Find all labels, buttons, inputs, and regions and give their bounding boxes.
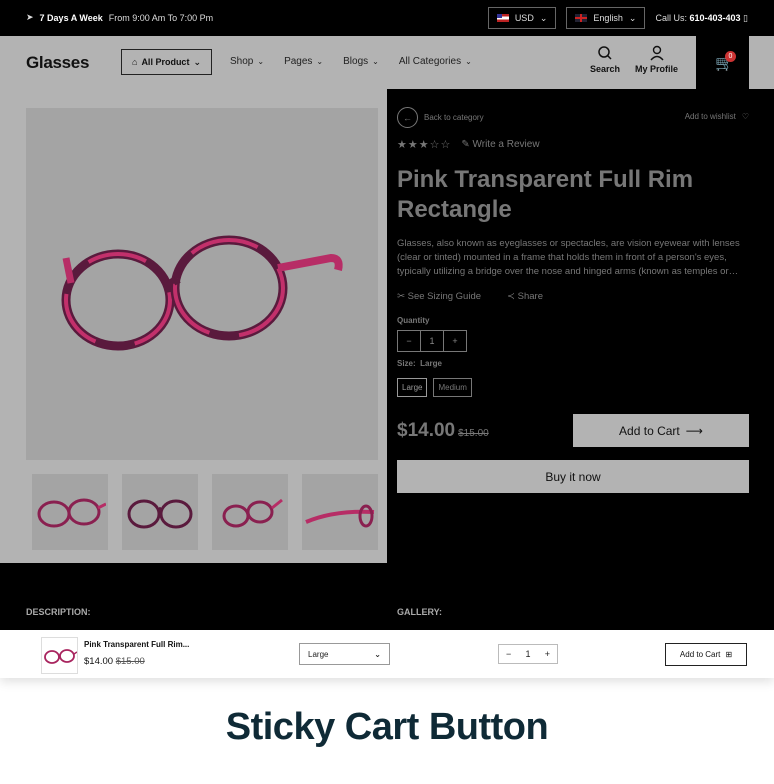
call-label: Call Us: — [655, 12, 687, 23]
size-options: Large Medium — [397, 378, 749, 397]
thumbnail-1[interactable] — [32, 474, 108, 550]
size-option-medium[interactable]: Medium — [433, 378, 472, 397]
top-bar: ➤ 7 Days A Week From 9:00 Am To 7:00 Pm … — [0, 0, 774, 36]
sticky-size-value: Large — [308, 649, 329, 659]
decrease-button[interactable]: − — [398, 331, 421, 351]
star-rating: ★★★☆☆ — [397, 139, 452, 151]
chevron-down-icon: ⌄ — [628, 12, 637, 23]
buy-now-button[interactable]: Buy it now — [397, 460, 749, 493]
increase-button[interactable]: + — [444, 331, 466, 351]
share-link[interactable]: ≺ Share — [507, 291, 543, 302]
chevron-down-icon: ⌄ — [257, 57, 265, 66]
cart-button[interactable]: 🛒 0 — [696, 36, 749, 89]
basket-icon: ⊞ — [725, 650, 733, 659]
nav-pages[interactable]: Pages ⌄ — [284, 56, 323, 67]
share-icon: ≺ — [507, 291, 515, 302]
thumbnail-3[interactable] — [212, 474, 288, 550]
rating-row: ★★★☆☆ ✎ Write a Review — [397, 138, 749, 151]
size-value: Large — [420, 359, 442, 368]
profile-button[interactable]: My Profile — [635, 44, 678, 74]
sticky-product-price: $14.00 $15.00 — [84, 656, 145, 667]
add-to-cart-button[interactable]: Add to Cart ⟶ — [573, 414, 749, 447]
site-header: Glasses ⌂ All Product ⌄ Shop ⌄ Pages ⌄ Blo… — [0, 36, 774, 89]
product-gallery — [0, 89, 387, 563]
logo[interactable]: Glasses — [26, 53, 89, 73]
nav-all-categories[interactable]: All Categories ⌄ — [399, 56, 472, 67]
all-product-label: All Product — [141, 57, 190, 67]
old-price: $15.00 — [458, 427, 489, 439]
thumbnail-list — [32, 474, 378, 550]
hours-text: From 9:00 Am To 7:00 Pm — [108, 12, 214, 23]
sizing-guide-link[interactable]: ✂ See Sizing Guide — [397, 291, 481, 302]
bag-icon: ⌂ — [132, 57, 138, 67]
sticky-add-to-cart-button[interactable]: Add to Cart ⊞ — [665, 643, 747, 666]
sticky-decrease-button[interactable]: − — [499, 645, 518, 663]
phone-icon: ▯ — [743, 12, 748, 23]
search-icon — [598, 46, 612, 60]
quantity-label: Quantity — [397, 316, 430, 325]
sticky-quantity-stepper: − 1 + — [498, 644, 558, 664]
cart-count-badge: 0 — [725, 51, 736, 62]
description-heading: DESCRIPTION: — [26, 607, 91, 617]
gallery-heading: GALLERY: — [397, 607, 442, 617]
sticky-size-select[interactable]: Large ⌄ — [299, 643, 390, 665]
sticky-product-name: Pink Transparent Full Rim... — [84, 640, 190, 649]
product-description: Glasses, also known as eyeglasses or spe… — [397, 238, 740, 277]
uk-flag-icon — [575, 14, 588, 22]
product-info: ← Back to category Add to wishlist ♡ ★★★… — [397, 107, 749, 493]
write-review-link[interactable]: ✎ Write a Review — [461, 139, 539, 150]
chevron-down-icon: ⌄ — [193, 56, 201, 67]
chevron-down-icon: ⌄ — [372, 57, 379, 66]
product-price: $14.00 $15.00 — [397, 419, 489, 441]
nav-blogs[interactable]: Blogs ⌄ — [343, 56, 379, 67]
quantity-stepper: − 1 + — [397, 330, 467, 352]
quantity-value[interactable]: 1 — [421, 331, 444, 351]
search-button[interactable]: Search — [590, 44, 620, 74]
search-label: Search — [590, 64, 621, 74]
us-flag-icon — [496, 14, 509, 22]
store-hours: ➤ 7 Days A Week From 9:00 Am To 7:00 Pm — [26, 12, 213, 23]
thumbnail-2[interactable] — [122, 474, 198, 550]
arrow-right-icon: ⟶ — [685, 423, 703, 438]
main-product-image[interactable] — [26, 108, 378, 460]
all-product-button[interactable]: ⌂ All Product ⌄ — [121, 49, 212, 75]
chevron-down-icon: ⌄ — [465, 57, 472, 66]
size-label: Size: Large — [397, 359, 442, 368]
sticky-cart-bar: Pink Transparent Full Rim... $14.00 $15.… — [0, 630, 774, 678]
send-icon: ➤ — [26, 12, 34, 22]
chevron-down-icon: ⌄ — [374, 649, 381, 659]
language-select[interactable]: English ⌄ — [566, 7, 646, 29]
sticky-increase-button[interactable]: + — [538, 645, 557, 663]
sticky-product-thumbnail — [41, 637, 78, 674]
thumbnail-4[interactable] — [302, 474, 378, 550]
heart-icon: ♡ — [741, 112, 749, 121]
call-us[interactable]: Call Us: 610-403-403 ▯ — [655, 13, 748, 24]
language-value: English — [593, 13, 623, 23]
nav-shop[interactable]: Shop ⌄ — [230, 56, 264, 67]
product-title: Pink Transparent Full Rim Rectangle — [397, 166, 694, 223]
call-number: 610-403-403 — [689, 12, 741, 23]
back-label: Back to category — [424, 113, 484, 122]
chevron-down-icon: ⌄ — [539, 12, 548, 23]
arrow-left-icon: ← — [397, 107, 418, 128]
sticky-old-price: $15.00 — [115, 656, 145, 667]
size-option-large[interactable]: Large — [397, 378, 428, 397]
chevron-down-icon: ⌄ — [316, 57, 324, 66]
currency-value: USD — [514, 13, 534, 23]
add-to-wishlist[interactable]: Add to wishlist ♡ — [685, 112, 749, 121]
glasses-image — [61, 235, 343, 351]
user-icon — [649, 45, 664, 61]
currency-select[interactable]: USD ⌄ — [487, 7, 557, 29]
feature-title: Sticky Cart Button — [225, 706, 549, 748]
main-nav: Shop ⌄ Pages ⌄ Blogs ⌄ All Categories ⌄ — [230, 56, 472, 67]
product-links: ✂ See Sizing Guide ≺ Share — [397, 291, 749, 302]
profile-label: My Profile — [635, 64, 679, 74]
sticky-quantity-value[interactable]: 1 — [518, 645, 537, 663]
wishlist-label: Add to wishlist — [684, 112, 736, 121]
pencil-icon: ✎ — [461, 139, 470, 150]
price-row: $14.00 $15.00 Add to Cart ⟶ — [397, 414, 749, 447]
hours-bold: 7 Days A Week — [39, 12, 103, 23]
scissors-icon: ✂ — [397, 291, 405, 302]
